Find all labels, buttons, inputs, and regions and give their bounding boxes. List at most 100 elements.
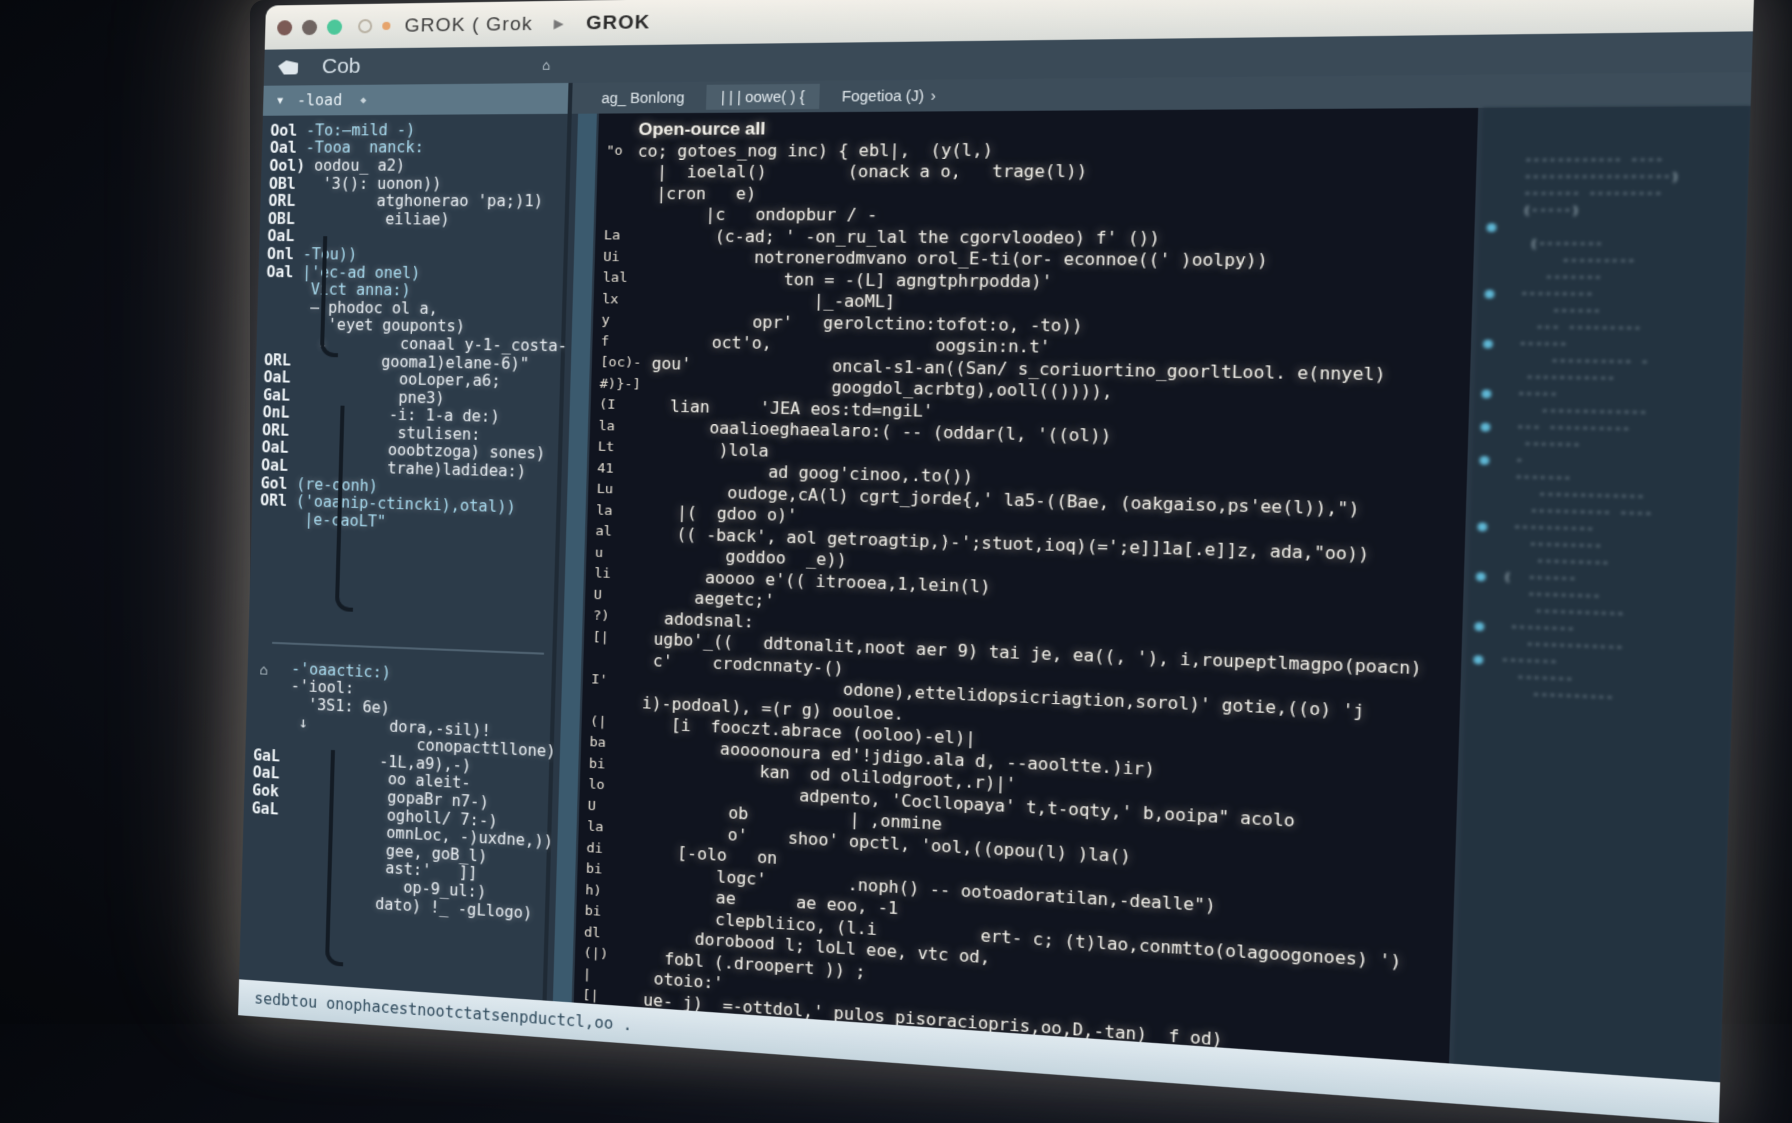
line-gutter-label: U [593, 587, 625, 604]
breakpoint-dot-icon [1474, 621, 1484, 630]
breakpoint-dot-icon [1483, 339, 1493, 348]
close-window-button[interactable] [277, 20, 292, 35]
outline-item[interactable]: ············ ···· [1481, 151, 1749, 168]
left-pane-header[interactable]: ▼ -load ◆ ⌂ [263, 83, 569, 116]
tab-2[interactable]: | | | oowe( ) { [706, 84, 821, 110]
app-logo-icon [278, 60, 298, 74]
code-line: Onl-Tou)) [267, 245, 564, 265]
line-text: |cron e) [636, 184, 756, 203]
fold-bracket [320, 236, 341, 357]
code-editor[interactable]: Open-ource aII"oco; gotoes_nog inc) { eb… [573, 108, 1479, 1103]
line-gutter-label: Onl [267, 245, 303, 263]
line-gutter-label [255, 685, 291, 687]
line-gutter-label: al [595, 524, 627, 540]
main-editor-area: ag_ Bonlong | | | oowe( ) { Fogetioa (J)… [546, 72, 1752, 1123]
breakpoint-dot-icon [1476, 572, 1486, 581]
outline-item-label: ( ······ [1495, 569, 1576, 586]
line-gutter-label: La [604, 228, 636, 244]
breakpoint-dot-icon [1479, 455, 1489, 464]
line-gutter-label: dl [584, 925, 616, 942]
line-gutter-label: di [586, 840, 618, 857]
line-gutter-label: ORL [262, 421, 298, 440]
code-line: "oco; gotoes_nog inc) { ebl|, (y(l,) [606, 137, 1477, 162]
line-text: -Tooa nanck: [305, 138, 424, 157]
line-gutter-label: Gol [260, 474, 296, 493]
left-pane-title: -load [297, 91, 343, 109]
chevron-right-icon[interactable]: › [930, 87, 936, 104]
maximize-window-button[interactable] [327, 19, 342, 34]
line-text: notronerodmvano orol_E-ti(or- econnoe(('… [635, 248, 1268, 271]
outline-item-label: ······· [1493, 653, 1558, 670]
outline-item-label: ······· [1498, 470, 1571, 486]
line-text: atghonerao 'pa;)1) [304, 192, 543, 211]
outline-item[interactable]: ········· [1478, 252, 1746, 270]
line-gutter-label: ORL [264, 351, 300, 370]
line-gutter-label: OBl [269, 174, 305, 192]
outline-item-label: ·········· · [1502, 353, 1649, 369]
title-part-2: Grok [486, 13, 533, 35]
outline-item[interactable]: (·····) [1480, 202, 1748, 219]
line-gutter-label: la [598, 418, 630, 434]
outline-item-label: ······ [1503, 303, 1601, 318]
caret-down-icon[interactable]: ▼ [277, 95, 283, 106]
line-gutter-label: OnL [262, 403, 298, 422]
pane-divider [272, 642, 544, 655]
minimize-window-button[interactable] [302, 19, 317, 34]
breakpoint-dot-icon [1485, 289, 1495, 298]
left-code-pane: ▼ -load ◆ ⌂ Ool-To:—mild -) Oal -Tooa nanc… [238, 83, 573, 1038]
code-line: OaL [267, 228, 564, 247]
line-gutter-label: 41 [597, 461, 629, 477]
pin-icon[interactable]: ⌂ [542, 58, 551, 73]
line-gutter-label: OaL [267, 227, 303, 245]
line-gutter-label: bi [589, 756, 621, 773]
line-gutter-label: la [596, 503, 628, 519]
line-gutter-label: I' [591, 672, 623, 689]
line-gutter-label: (I [599, 397, 631, 413]
line-gutter-label: Oal [266, 263, 302, 281]
code-lines: Open-ource aII"oco; gotoes_nog inc) { eb… [573, 108, 1478, 1089]
line-gutter-label: [oc)- [600, 355, 632, 371]
line-gutter-label: Ool) [269, 157, 305, 175]
code-line: | ioelal() (onack a o, trage(l)) [605, 160, 1476, 183]
outline-item[interactable]: ··················) [1481, 168, 1749, 185]
editor-window: GROK ( Grok ▸ GROK Cob ▼ -load ◆ ⌂ Ool-T… [238, 0, 1754, 1123]
outline-item-label: · [1499, 453, 1524, 468]
line-gutter-label: GaL [251, 799, 287, 819]
line-text: (c-ad; ' -on_ru_lal the cgorvloodeo) f' … [635, 227, 1160, 248]
line-gutter-label: (| [590, 714, 622, 731]
outline-item-label: ············ ···· [1508, 153, 1664, 168]
outline-item[interactable]: ······· [1478, 269, 1746, 288]
code-heading: Open-ource aII [638, 119, 766, 140]
line-gutter-label: Lt [598, 440, 630, 456]
line-gutter-label: Ui [603, 249, 635, 265]
circle-icon [358, 19, 372, 33]
outline-item-label: ··········· [1501, 370, 1615, 386]
outline-item[interactable]: ······· ········· [1480, 185, 1748, 202]
line-text: |'ec-ad onel) [302, 263, 421, 282]
outline-item-label: ······ [1502, 336, 1567, 351]
window-title: GROK ( Grok ▸ GROK [404, 10, 650, 37]
line-gutter-label [256, 667, 292, 668]
chevron-right-icon: ▸ [554, 13, 566, 35]
tab-3[interactable]: Fogetioa (J)› [826, 83, 952, 109]
line-gutter-label: OaL [261, 439, 297, 458]
outline-item-label: ······· ········· [1507, 187, 1663, 202]
code-line: ORL atghonerao 'pa;)1) [268, 192, 565, 210]
line-gutter-label: Lu [596, 482, 628, 498]
outline-item-label: ········· [1505, 253, 1636, 268]
line-gutter-label: f [601, 334, 633, 350]
outline-item-label: ·········· [1497, 520, 1595, 537]
outline-item[interactable]: (········ [1479, 235, 1747, 253]
code-line: Ool-To:—mild -) [270, 120, 567, 139]
left-code-bottom: -'oaactic:)-'iool: '3S1: 6e) ↓ dora,-sil… [241, 652, 558, 923]
line-gutter-label: la [587, 819, 619, 836]
title-part-3: GROK [586, 11, 651, 34]
modified-dot-icon: ◆ [360, 94, 366, 105]
workspace: ▼ -load ◆ ⌂ Ool-To:—mild -) Oal -Tooa nanc… [238, 72, 1752, 1123]
line-gutter-label: (|) [583, 946, 615, 963]
tab-1[interactable]: ag_ Bonlong [587, 85, 700, 111]
outline-item-label: ····· [1501, 386, 1558, 401]
outline-item[interactable] [1479, 219, 1747, 237]
code-line: Ool) oodou_ a2) [269, 156, 566, 174]
line-gutter-label: "o [606, 144, 638, 160]
